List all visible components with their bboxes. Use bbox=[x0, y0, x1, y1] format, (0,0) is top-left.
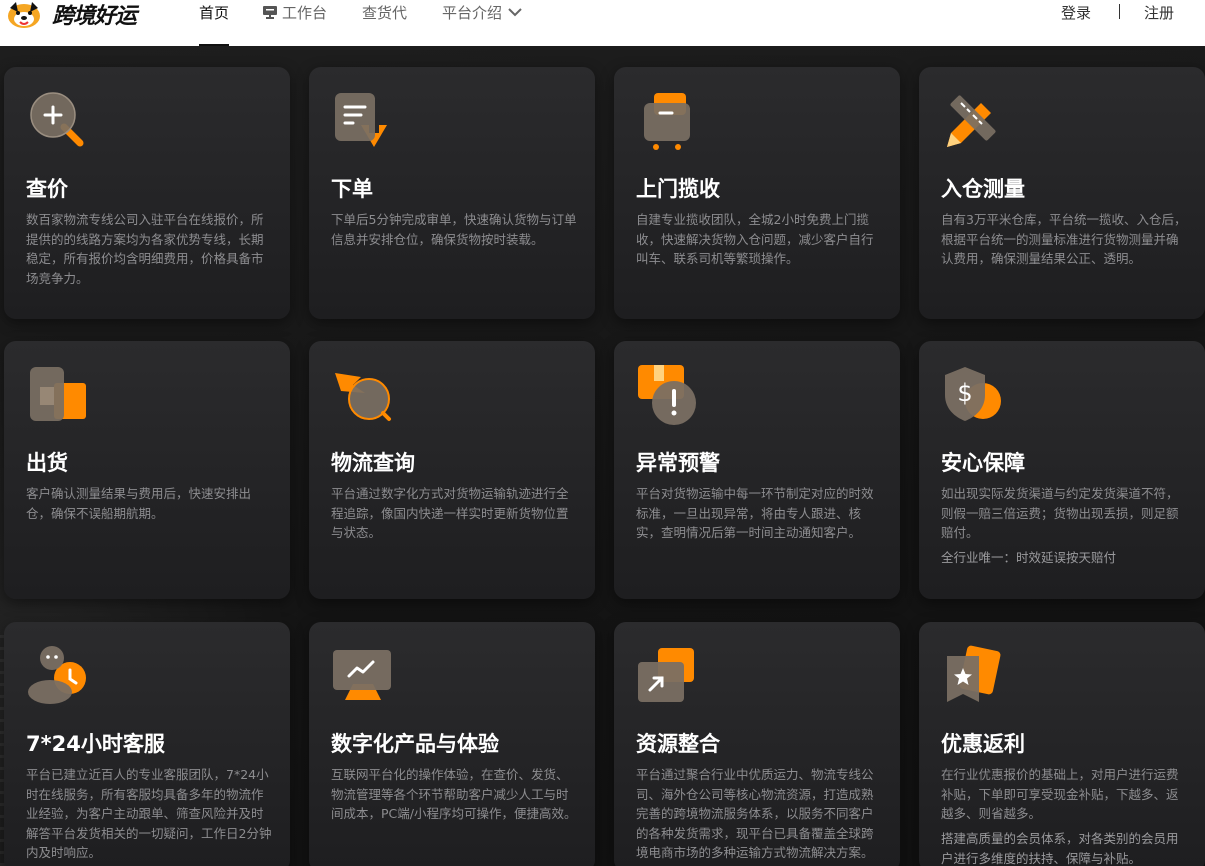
tracking-icon bbox=[335, 373, 391, 421]
nav-workbench[interactable]: 工作台 bbox=[262, 0, 327, 46]
card-title: 数字化产品与体验 bbox=[331, 732, 499, 756]
shield-dollar-icon: $ bbox=[945, 367, 1001, 421]
card-title: 安心保障 bbox=[941, 451, 1025, 475]
register-link[interactable]: 注册 bbox=[1144, 2, 1174, 23]
card-title: 优惠返利 bbox=[941, 732, 1025, 756]
card-description: 自建专业揽收团队，全城2小时免费上门揽收，快速解决货物入仓问题，减少客户自行叫车… bbox=[636, 212, 874, 266]
feature-card-discount-rebate[interactable]: 优惠返利 在行业优惠报价的基础上，对用户进行运费补贴，下单即可享受现金补贴，下越… bbox=[919, 622, 1205, 866]
card-title: 入仓测量 bbox=[941, 177, 1025, 201]
pickup-icon bbox=[644, 93, 690, 150]
feature-card-pickup[interactable]: 上门揽收 自建专业揽收团队，全城2小时免费上门揽收，快速解决货物入仓问题，减少客… bbox=[614, 67, 900, 319]
card-title: 出货 bbox=[26, 451, 68, 475]
ruler-pencil-icon bbox=[947, 95, 996, 147]
resource-icon bbox=[638, 648, 694, 702]
card-description: 平台通过数字化方式对货物运输轨迹进行全程追踪，像国内快递一样实时更新货物位置与状… bbox=[331, 486, 569, 540]
order-icon bbox=[335, 93, 387, 147]
login-link[interactable]: 登录 bbox=[1061, 2, 1091, 23]
warning-icon bbox=[638, 365, 696, 425]
feature-card-tracking[interactable]: 物流查询 平台通过数字化方式对货物运输轨迹进行全程追踪，像国内快递一样实时更新货… bbox=[309, 341, 595, 599]
nav-find-forwarder[interactable]: 查货代 bbox=[362, 0, 407, 46]
search-price-icon bbox=[30, 92, 84, 147]
feature-card-order[interactable]: 下单 下单后5分钟完成审单，快速确认货物与订单信息并安排仓位，确保货物按时装载。 bbox=[309, 67, 595, 319]
feature-card-resource-integration[interactable]: 资源整合 平台通过聚合行业中优质运力、物流专线公司、海外仓公司等核心物流资源，打… bbox=[614, 622, 900, 866]
card-title: 下单 bbox=[331, 177, 373, 201]
top-navbar: 跨境好运 首页 工作台 查货代 平台介绍 登录 注册 bbox=[0, 0, 1205, 46]
feature-card-exception-alert[interactable]: 异常预警 平台对货物运输中每一环节制定对应的时效标准，一旦出现异常，将由专人跟进… bbox=[614, 341, 900, 599]
card-title: 查价 bbox=[26, 177, 68, 201]
coupon-star-icon bbox=[947, 645, 1001, 702]
customer-service-icon bbox=[28, 646, 86, 704]
card-title: 物流查询 bbox=[331, 451, 415, 475]
card-description: 如出现实际发货渠道与约定发货渠道不符，则假一赔三倍运费；货物出现丢损，则足额赔付… bbox=[941, 486, 1179, 540]
card-extra-note: 全行业唯一：时效延误按天赔付 bbox=[941, 550, 1117, 565]
feature-card-security-guarantee[interactable]: $ 安心保障 如出现实际发货渠道与约定发货渠道不符，则假一赔三倍运费；货物出现丢… bbox=[919, 341, 1205, 599]
feature-card-warehouse-measure[interactable]: 入仓测量 自有3万平米仓库，平台统一揽收、入仓后，根据平台统一的测量标准进行货物… bbox=[919, 67, 1205, 319]
shipment-icon bbox=[30, 367, 86, 421]
nav-workbench-label: 工作台 bbox=[282, 4, 328, 22]
card-description: 平台已建立近百人的专业客服团队，7*24小时在线服务，所有客服均具备多年的物流作… bbox=[26, 767, 272, 860]
card-extra-note: 搭建高质量的会员体系，对各类别的会员用户进行多维度的扶持、保障与补贴。 bbox=[941, 831, 1179, 866]
nav-divider bbox=[1119, 4, 1120, 19]
card-description: 下单后5分钟完成审单，快速确认货物与订单信息并安排仓位，确保货物按时装载。 bbox=[331, 212, 577, 247]
brand-logo[interactable]: 跨境好运 bbox=[4, 0, 137, 30]
card-description: 客户确认测量结果与费用后，快速安排出仓，确保不误船期航期。 bbox=[26, 486, 252, 521]
card-description: 自有3万平米仓库，平台统一揽收、入仓后，根据平台统一的测量标准进行货物测量并确认… bbox=[941, 212, 1187, 266]
feature-card-digital-product[interactable]: 数字化产品与体验 互联网平台化的操作体验，在查价、发货、物流管理等各个环节帮助客… bbox=[309, 622, 595, 866]
card-title: 异常预警 bbox=[636, 451, 720, 475]
card-title: 上门揽收 bbox=[636, 177, 720, 201]
nav-platform-intro[interactable]: 平台介绍 bbox=[442, 0, 524, 46]
digital-chart-icon bbox=[333, 650, 391, 700]
nav-home-label: 首页 bbox=[199, 4, 230, 22]
feature-card-customer-service[interactable]: 7*24小时客服 平台已建立近百人的专业客服团队，7*24小时在线服务，所有客服… bbox=[4, 622, 290, 866]
card-description: 平台通过聚合行业中优质运力、物流专线公司、海外仓公司等核心物流资源，打造成熟完善… bbox=[636, 767, 874, 860]
nav-find-forwarder-label: 查货代 bbox=[362, 4, 408, 22]
feature-card-shipment[interactable]: 出货 客户确认测量结果与费用后，快速安排出仓，确保不误船期航期。 bbox=[4, 341, 290, 599]
feature-card-price-check[interactable]: 查价 数百家物流专线公司入驻平台在线报价，所提供的的线路方案均为各家优势专线，长… bbox=[4, 67, 290, 319]
logo-dog-icon bbox=[8, 2, 40, 28]
chevron-down-icon bbox=[508, 8, 522, 17]
card-title: 资源整合 bbox=[636, 732, 720, 756]
nav-platform-intro-label: 平台介绍 bbox=[442, 4, 503, 22]
brand-name: 跨境好运 bbox=[52, 4, 137, 29]
card-description: 数百家物流专线公司入驻平台在线报价，所提供的的线路方案均为各家优势专线，长期稳定… bbox=[26, 212, 264, 286]
card-description: 互联网平台化的操作体验，在查价、发货、物流管理等各个环节帮助客户减少人工与时间成… bbox=[331, 767, 577, 821]
monitor-icon bbox=[263, 6, 277, 19]
card-title: 7*24小时客服 bbox=[26, 732, 165, 756]
nav-home[interactable]: 首页 bbox=[199, 0, 230, 46]
card-description: 在行业优惠报价的基础上，对用户进行运费补贴，下单即可享受现金补贴，下越多、返越多… bbox=[941, 767, 1179, 821]
svg-text:$: $ bbox=[957, 379, 972, 407]
card-description: 平台对货物运输中每一环节制定对应的时效标准，一旦出现异常，将由专人跟进、核实，查… bbox=[636, 486, 874, 540]
